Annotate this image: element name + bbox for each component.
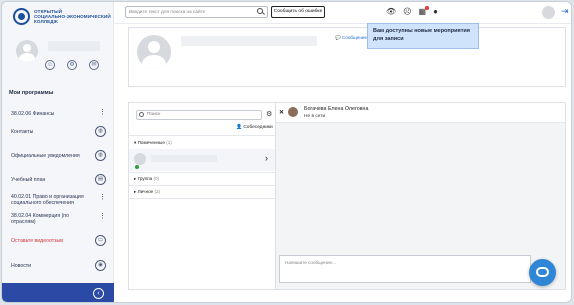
user-name-redacted: [48, 41, 100, 51]
sidebar-item-video-review[interactable]: Оставьте видеоотзыв: [11, 238, 63, 244]
profile-avatar: [137, 35, 171, 69]
group-starred[interactable]: ▾ Помеченные (1): [134, 140, 172, 146]
site-search-input[interactable]: Введите текст для поиска на сайте: [125, 6, 268, 18]
sidebar-item-notifications[interactable]: Официальные уведомления: [11, 153, 80, 159]
top-bar: Введите текст для поиска на сайте Сообщи…: [114, 2, 571, 24]
sidebar-item-commerce[interactable]: 38.02.04 Коммерция (по отраслям): [11, 213, 87, 225]
chat-icon: [536, 267, 549, 277]
chat-pane: ✕ Богачева Елена Олеговна Не в сети Напи…: [276, 103, 565, 289]
events-tooltip: Вам доступны новые мероприятия для запис…: [367, 23, 479, 49]
profile-card: 💬 Сообщение: [128, 27, 566, 87]
college-logo[interactable]: ОТКРЫТЫЙ СОЦИАЛЬНО-ЭКОНОМИЧЕСКИЙ КОЛЛЕДЖ: [13, 8, 111, 25]
report-error-button[interactable]: Сообщить об ошибке: [271, 6, 325, 18]
logo-line-3: КОЛЛЕДЖ: [34, 19, 58, 24]
search-icon[interactable]: [257, 8, 263, 14]
close-icon[interactable]: ✕: [279, 109, 284, 116]
sidebar-footer: ‹: [2, 283, 114, 302]
section-title: Мои программы: [9, 90, 54, 96]
eye-icon[interactable]: 👁: [386, 7, 396, 17]
contacts-link[interactable]: 👤 Собеседники: [236, 125, 273, 130]
arrow-left-icon[interactable]: ‹: [93, 288, 104, 299]
group-personal[interactable]: ▸ Личное (2): [134, 189, 160, 195]
chat-contact-status: Не в сети: [304, 114, 326, 119]
user-avatar[interactable]: [16, 40, 38, 62]
messenger-search-input[interactable]: Поиск: [136, 110, 262, 120]
news-icon[interactable]: ◉: [95, 260, 106, 271]
plan-icon[interactable]: ▤: [95, 174, 106, 185]
more-vert-icon[interactable]: ⋮: [99, 109, 106, 116]
sidebar-item-news[interactable]: Новости: [11, 263, 31, 269]
chevron-right-icon: ›: [265, 153, 268, 163]
settings-icon[interactable]: ⚙: [67, 60, 77, 70]
send-message-link[interactable]: 💬 Сообщение: [335, 35, 367, 41]
profile-name-redacted: [181, 36, 317, 46]
logo-emblem-icon: [13, 8, 30, 25]
chat-header: ✕ Богачева Елена Олеговна Не в сети: [276, 103, 565, 123]
conversation-name-redacted: [151, 155, 217, 162]
message-input[interactable]: Напишите сообщение...: [279, 255, 531, 283]
gear-icon[interactable]: ⚙: [266, 110, 272, 118]
avatar: [134, 153, 146, 165]
sidebar-item-plan[interactable]: Учебный план: [11, 177, 45, 183]
contacts-icon[interactable]: ◍: [95, 126, 106, 137]
sidebar-item-contacts[interactable]: Контакты: [11, 129, 33, 135]
messages-icon[interactable]: ✉: [89, 60, 99, 70]
app-window: ОТКРЫТЫЙ СОЦИАЛЬНО-ЭКОНОМИЧЕСКИЙ КОЛЛЕДЖ…: [1, 1, 572, 303]
more-vert-icon[interactable]: ⋮: [99, 213, 106, 220]
chat-support-button[interactable]: [529, 259, 556, 286]
chat-contact-name[interactable]: Богачева Елена Олеговна: [304, 106, 368, 112]
sidebar-item-finance[interactable]: 38.02.06 Финансы: [11, 111, 54, 117]
video-icon[interactable]: ▭: [95, 235, 106, 246]
online-status-icon: [135, 165, 139, 169]
profile-icon[interactable]: ☺: [45, 60, 55, 70]
top-user-avatar[interactable]: [542, 6, 555, 19]
chat-bubble-icon[interactable]: ●: [433, 7, 438, 17]
avatar: [288, 107, 298, 117]
messenger-panel: Поиск ⚙ 👤 Собеседники ▾ Помеченные (1) ›…: [128, 102, 566, 290]
group-group[interactable]: ▸ Группа (0): [134, 176, 159, 182]
calendar-icon[interactable]: ▦: [419, 6, 428, 17]
sidebar-item-law[interactable]: 40.02.01 Право и организация социального…: [11, 194, 93, 206]
more-vert-icon[interactable]: ⋮: [99, 194, 106, 201]
conversation-item[interactable]: ›: [129, 149, 275, 171]
notifications-icon[interactable]: ◍: [95, 150, 106, 161]
sidebar: ОТКРЫТЫЙ СОЦИАЛЬНО-ЭКОНОМИЧЕСКИЙ КОЛЛЕДЖ…: [2, 2, 114, 302]
smiley-icon[interactable]: ☹: [403, 7, 411, 17]
conversation-list-pane: Поиск ⚙ 👤 Собеседники ▾ Помеченные (1) ›…: [129, 103, 276, 289]
logout-icon[interactable]: ⇥: [561, 6, 569, 17]
